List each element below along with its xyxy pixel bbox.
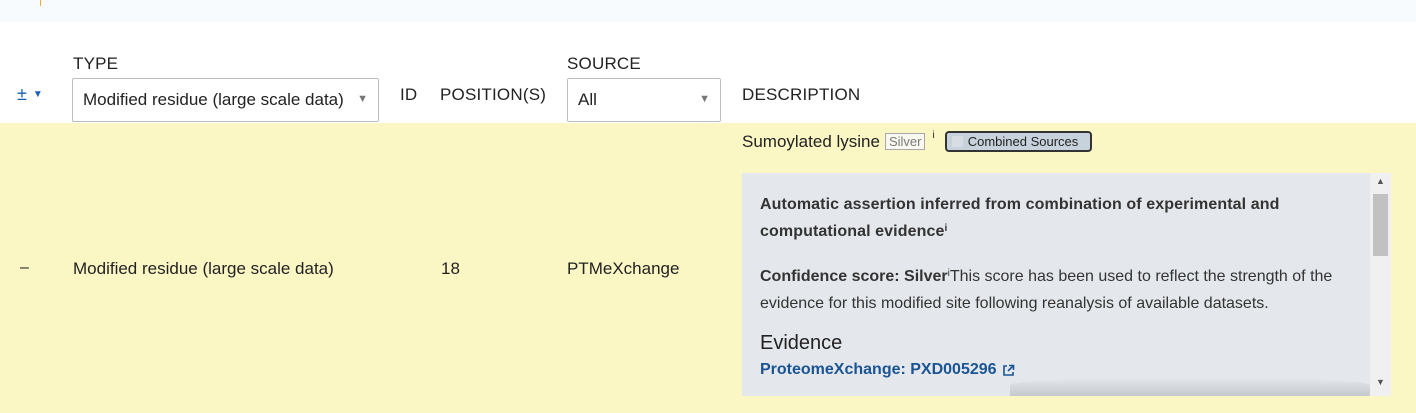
type-filter-value: Modified residue (large scale data)	[83, 90, 344, 109]
chevron-down-icon: ▼	[699, 93, 710, 105]
evidence-link[interactable]: ProteomeXchange: PXD005296	[760, 361, 1360, 379]
caret-down-icon: ▼	[32, 89, 43, 100]
info-icon[interactable]: i	[932, 130, 934, 141]
description-column-label: DESCRIPTION	[742, 85, 861, 104]
collapse-row-button[interactable]: –	[20, 259, 29, 277]
evidence-panel: Automatic assertion inferred from combin…	[742, 173, 1391, 396]
checkbox-icon	[951, 136, 963, 147]
row-source: PTMeXchange	[567, 259, 680, 278]
source-column-label: SOURCE	[567, 54, 641, 73]
scrollbar-thumb[interactable]	[1373, 194, 1388, 256]
evidence-heading: Evidence	[760, 332, 843, 354]
combined-sources-button[interactable]: Combined Sources	[944, 131, 1093, 152]
table-header: ± ▼ TYPE Modified residue (large scale d…	[0, 22, 1416, 123]
external-link-icon	[1002, 364, 1014, 376]
confidence-label: Confidence score: Silver	[760, 268, 948, 285]
silver-badge: Silver	[884, 133, 926, 150]
expand-all-toggle[interactable]: ± ▼	[17, 84, 43, 105]
type-filter-select[interactable]: Modified residue (large scale data) ▼	[72, 78, 379, 122]
scroll-up-arrow-icon[interactable]: ▲	[1376, 176, 1385, 186]
top-strip	[0, 0, 1416, 22]
top-strip-marker	[40, 0, 41, 6]
confidence-text: Confidence score: SilveriThis score has …	[760, 263, 1360, 317]
chevron-down-icon: ▼	[357, 93, 368, 105]
id-column-label: ID	[400, 85, 418, 104]
assertion-info-icon[interactable]: i	[944, 223, 947, 234]
assertion-text: Automatic assertion inferred from combin…	[760, 191, 1360, 245]
row-type: Modified residue (large scale data)	[73, 259, 334, 278]
scroll-shadow	[1010, 378, 1370, 396]
positions-column-label: POSITION(S)	[440, 85, 547, 104]
source-filter-value: All	[578, 90, 597, 109]
evidence-link-label: ProteomeXchange: PXD005296	[760, 361, 997, 378]
evidence-panel-content: Automatic assertion inferred from combin…	[760, 191, 1360, 379]
type-column-label: TYPE	[73, 54, 119, 73]
confidence-info-icon[interactable]: i	[948, 268, 950, 279]
table-row: – Modified residue (large scale data) 18…	[0, 123, 1416, 413]
plus-minus-icon: ±	[17, 84, 27, 104]
modification-name: Sumoylated lysine	[742, 131, 880, 151]
description-title-line: Sumoylated lysine Silver i Combined Sour…	[742, 130, 1093, 152]
scroll-down-arrow-icon[interactable]: ▼	[1376, 377, 1385, 387]
assertion-label: Automatic assertion inferred from combin…	[760, 196, 1280, 240]
row-position: 18	[441, 259, 460, 278]
combined-sources-label: Combined Sources	[967, 134, 1079, 149]
source-filter-select[interactable]: All ▼	[567, 78, 721, 122]
